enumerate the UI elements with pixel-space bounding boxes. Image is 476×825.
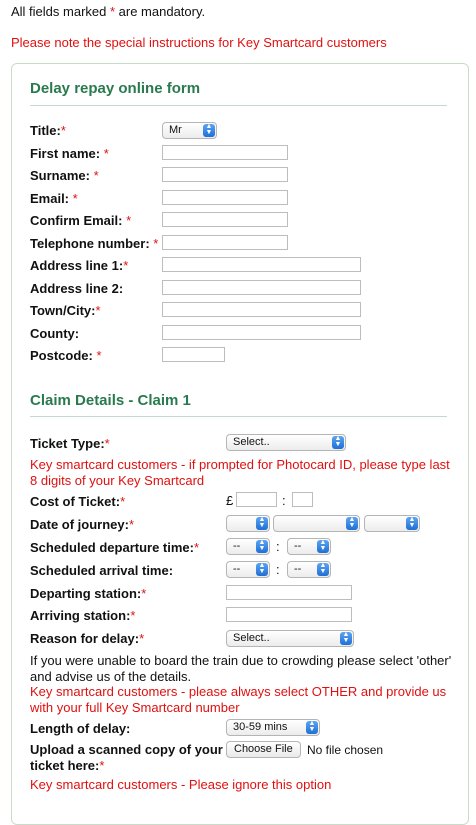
telephone-label: Telephone number: * [30, 236, 159, 251]
select-arrows-icon: ▲ ▼ [406, 516, 418, 530]
date-day-select[interactable]: ▲ ▼ [226, 515, 270, 532]
county-input[interactable] [162, 325, 361, 340]
reason-select[interactable]: Select.. ▲ ▼ [226, 630, 354, 647]
address2-input[interactable] [162, 280, 361, 295]
time-separator: : [276, 562, 280, 577]
time-separator: : [276, 539, 280, 554]
date-year-select[interactable]: ▲ ▼ [364, 515, 420, 532]
upload-label: Upload a scanned copy of your ticket here… [30, 742, 223, 773]
file-status: No file chosen [307, 743, 384, 757]
town-input[interactable] [162, 302, 361, 317]
date-label: Date of journey:* [30, 517, 135, 532]
length-select[interactable]: 30-59 mins ▲ ▼ [226, 719, 320, 736]
title-label: Title:* [30, 123, 66, 138]
select-arrows-icon: ▲ ▼ [317, 562, 329, 576]
form-title: Delay repay online form [30, 80, 201, 97]
telephone-input[interactable] [162, 235, 288, 250]
address1-input[interactable] [162, 257, 361, 272]
mandatory-note: All fields marked * are mandatory. [11, 4, 206, 19]
postcode-label: Postcode: * [30, 348, 102, 363]
first-name-input[interactable] [162, 145, 288, 160]
arrival-time-label: Scheduled arrival time: [30, 563, 174, 578]
town-label: Town/City:* [30, 303, 101, 318]
select-arrows-icon: ▲ ▼ [256, 539, 268, 553]
departure-time-label: Scheduled departure time:* [30, 540, 200, 555]
other-reason-note: Key smartcard customers - please always … [30, 684, 447, 715]
reason-label: Reason for delay:* [30, 631, 145, 646]
choose-file-button[interactable]: Choose File [226, 741, 301, 758]
confirm-email-input[interactable] [162, 212, 288, 227]
section-divider [30, 105, 447, 106]
select-arrows-icon: ▲ ▼ [346, 516, 358, 530]
departure-minute-select[interactable]: -- ▲ ▼ [287, 538, 331, 555]
first-name-label: First name: * [30, 146, 109, 161]
ignore-note: Key smartcard customers - Please ignore … [30, 777, 332, 792]
arrival-minute-select[interactable]: -- ▲ ▼ [287, 561, 331, 578]
claim-title: Claim Details - Claim 1 [30, 392, 191, 409]
date-month-select[interactable]: ▲ ▼ [273, 515, 360, 532]
photocard-note: Key smartcard customers - if prompted fo… [30, 457, 450, 488]
select-arrows-icon: ▲ ▼ [332, 435, 344, 449]
currency-symbol: £ [226, 493, 234, 508]
email-input[interactable] [162, 190, 288, 205]
arriving-station-input[interactable] [226, 607, 352, 622]
title-select[interactable]: Mr ▲ ▼ [162, 122, 217, 139]
surname-label: Surname: * [30, 168, 99, 183]
select-arrows-icon: ▲ ▼ [317, 539, 329, 553]
section-divider [30, 416, 447, 417]
select-arrows-icon: ▲ ▼ [256, 516, 268, 530]
cost-label: Cost of Ticket:* [30, 494, 126, 509]
address1-label: Address line 1:* [30, 258, 129, 273]
crowding-note: If you were unable to board the train du… [30, 653, 452, 684]
county-label: County: [30, 326, 80, 341]
select-arrows-icon: ▲ ▼ [306, 720, 318, 734]
arrival-hour-select[interactable]: -- ▲ ▼ [226, 561, 270, 578]
select-arrows-icon: ▲ ▼ [340, 631, 352, 645]
ticket-type-select[interactable]: Select.. ▲ ▼ [226, 434, 346, 451]
departure-hour-select[interactable]: -- ▲ ▼ [226, 538, 270, 555]
confirm-email-label: Confirm Email: * [30, 213, 132, 228]
key-smartcard-note: Please note the special instructions for… [11, 35, 387, 50]
select-arrows-icon: ▲ ▼ [256, 562, 268, 576]
cost-pence-input[interactable] [292, 492, 313, 507]
postcode-input[interactable] [162, 347, 225, 362]
cost-separator: : [282, 493, 286, 508]
email-label: Email: * [30, 191, 78, 206]
length-label: Length of delay: [30, 721, 131, 736]
ticket-type-label: Ticket Type:* [30, 436, 110, 451]
departing-station-input[interactable] [226, 585, 352, 600]
cost-pounds-input[interactable] [236, 492, 277, 507]
arriving-station-label: Arriving station:* [30, 608, 136, 623]
address2-label: Address line 2: [30, 281, 124, 296]
departing-station-label: Departing station:* [30, 586, 147, 601]
surname-input[interactable] [162, 167, 288, 182]
select-arrows-icon: ▲ ▼ [203, 123, 215, 137]
